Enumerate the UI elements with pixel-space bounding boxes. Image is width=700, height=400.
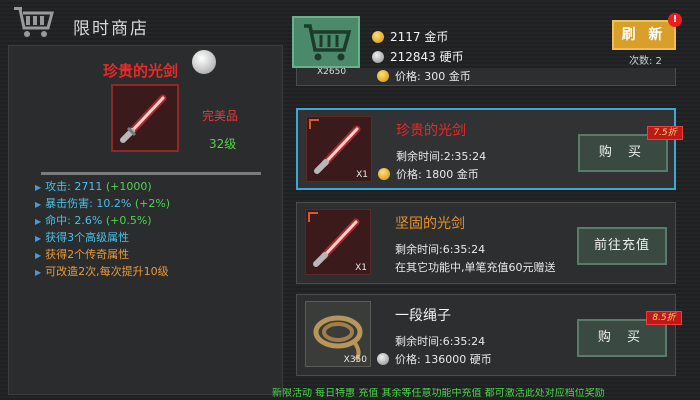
gold-coin-icon: [378, 168, 390, 180]
gold-coin-icon: [372, 31, 384, 43]
page-title: 限时商店: [73, 19, 149, 39]
rarity-corner: [309, 119, 319, 129]
item-level: 32级: [209, 137, 237, 151]
item-quantity: X350: [343, 355, 367, 365]
stat-label: 攻击: 2711: [45, 180, 103, 193]
item-name: 一段绳子: [395, 308, 451, 324]
silver-amount: 212843 硬币: [390, 50, 464, 64]
item-slot: X350: [305, 301, 371, 367]
time-remaining: 剩余时间:2:35:24: [396, 150, 487, 163]
bullet-icon: ▶: [35, 234, 42, 243]
item-quantity: X1: [356, 170, 368, 180]
item-quantity: X1: [355, 263, 367, 273]
discount-badge: 7.5折: [647, 126, 683, 140]
item-price: 价格: 136000 硬币: [395, 353, 492, 366]
silver-coin-icon: [377, 353, 389, 365]
shopping-cart-icon: [14, 7, 54, 37]
stat-attack: ▶ 攻击: 2711 (+1000): [35, 178, 280, 195]
stat-label: 命中: 2.6%: [45, 214, 103, 227]
stat-legendary-attrs: ▶ 获得2个传奇属性: [35, 246, 280, 263]
bullet-icon: ▶: [35, 268, 42, 277]
time-remaining: 剩余时间:6:35:24: [395, 243, 486, 256]
item-name: 坚固的光剑: [395, 216, 465, 232]
refresh-button[interactable]: 刷 新: [612, 20, 676, 50]
list-item[interactable]: X2650 价格: 300 金币: [296, 68, 676, 86]
bullet-icon: ▶: [35, 183, 42, 192]
stat-label: 获得2个传奇属性: [45, 248, 130, 261]
item-icon-frame: [111, 84, 179, 152]
stat-bonus: (+1000): [105, 180, 152, 193]
stat-label: 获得3个高级属性: [45, 231, 130, 244]
discount-badge: 8.5折: [646, 311, 682, 325]
item-name: 珍贵的光剑: [396, 123, 466, 139]
bullet-icon: ▶: [35, 217, 42, 226]
item-slot: X1: [306, 116, 372, 182]
rarity-corner: [308, 212, 318, 222]
time-remaining: 剩余时间:6:35:24: [395, 335, 486, 348]
item-quality: 完美品: [202, 109, 239, 123]
item-price: 价格: 300 金币: [395, 70, 471, 83]
stat-list: ▶ 攻击: 2711 (+1000) ▶ 暴击伤害: 10.2% (+2%) ▶ 命中…: [35, 178, 280, 280]
price-line: 价格: 300 金币: [377, 68, 471, 84]
silver-coin-icon: [372, 51, 384, 63]
item-slot: X1: [305, 209, 371, 275]
stat-advanced-attrs: ▶ 获得3个高级属性: [35, 229, 280, 246]
item-quantity: X2650: [317, 68, 347, 77]
stat-crit-damage: ▶ 暴击伤害: 10.2% (+2%): [35, 195, 280, 212]
item-detail-panel: 珍贵的光剑 完美品 32级 ▶ 攻击: 2711 (+1000) ▶ 暴击伤害: 1…: [8, 45, 283, 395]
shop-list[interactable]: X2650 价格: 300 金币 X1 珍贵的光剑 剩余时间:2:35:24 价…: [286, 68, 686, 400]
item-price: 价格: 1800 金币: [396, 168, 479, 181]
recharge-button[interactable]: 前往充值: [577, 227, 667, 265]
gold-balance: 2117 金币: [372, 28, 448, 45]
stat-bonus: (+0.5%): [105, 214, 152, 227]
stat-label: 可改造2次,每次提升10级: [45, 265, 169, 278]
gold-amount: 2117 金币: [390, 30, 449, 44]
event-ticker: 新限活动 每日特惠 充值 其余等任意功能中充值 都可激活此处对应档位奖励: [272, 388, 605, 399]
stat-upgrade: ▶ 可改造2次,每次提升10级: [35, 263, 280, 280]
list-item[interactable]: X350 一段绳子 剩余时间:6:35:24 价格: 136000 硬币 购 买…: [296, 294, 682, 376]
stat-accuracy: ▶ 命中: 2.6% (+0.5%): [35, 212, 280, 229]
gold-coin-icon: [377, 70, 389, 82]
shopping-cart-icon: [304, 24, 352, 61]
notification-badge: !: [668, 13, 682, 27]
price-line: 价格: 1800 金币: [378, 166, 479, 182]
pearl-icon[interactable]: [192, 50, 216, 74]
bullet-icon: ▶: [35, 251, 42, 260]
price-line: 价格: 136000 硬币: [377, 351, 492, 367]
title-bar: 限时商店: [0, 0, 288, 44]
bullet-icon: ▶: [35, 200, 42, 209]
stat-bonus: (+2%): [134, 197, 171, 210]
refresh-count: 次数: 2: [629, 56, 662, 67]
list-item[interactable]: X1 坚固的光剑 剩余时间:6:35:24 在其它功能中,单笔充值60元赠送 前…: [296, 202, 676, 284]
lightsaber-icon: [120, 94, 167, 143]
recharge-note: 在其它功能中,单笔充值60元赠送: [395, 261, 556, 274]
divider: [41, 172, 261, 175]
stat-label: 暴击伤害: 10.2%: [45, 197, 132, 210]
silver-balance: 212843 硬币: [372, 48, 464, 65]
list-item[interactable]: X1 珍贵的光剑 剩余时间:2:35:24 价格: 1800 金币 购 买 7.…: [296, 108, 683, 190]
item-name: 珍贵的光剑: [103, 62, 179, 80]
shop-tab[interactable]: [292, 16, 360, 68]
